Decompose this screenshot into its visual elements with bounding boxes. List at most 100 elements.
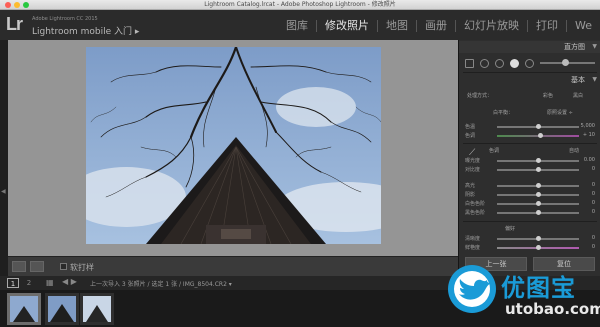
clarity-value[interactable]: 0 — [592, 235, 595, 241]
blacks-slider-row: 黑色色阶 0 — [463, 208, 597, 217]
window-1-button[interactable]: 1 — [7, 278, 19, 288]
exposure-slider[interactable] — [497, 158, 579, 163]
left-panel-collapsed: ◀ — [0, 40, 8, 276]
contrast-slider[interactable] — [497, 167, 579, 172]
contrast-slider-row: 对比度 0 — [463, 165, 597, 174]
tone-section-label: 色调 — [489, 148, 500, 154]
slider-knob[interactable] — [536, 124, 541, 129]
window-2-button[interactable]: 2 — [23, 278, 35, 288]
image-view[interactable] — [8, 40, 458, 256]
module-slideshow[interactable]: 幻灯片放映 — [456, 20, 528, 32]
lightroom-logo: Lr — [6, 14, 23, 34]
tint-slider-row: 色调 + 10 — [463, 131, 597, 140]
temperature-slider[interactable] — [497, 124, 579, 129]
blacks-slider[interactable] — [497, 210, 579, 215]
whites-value[interactable]: 0 — [592, 200, 595, 206]
shadows-value[interactable]: 0 — [592, 191, 595, 197]
adjustment-brush-slider[interactable] — [540, 59, 595, 66]
radial-filter-tool-icon[interactable] — [525, 58, 534, 68]
module-web[interactable]: We — [567, 20, 600, 32]
slider-knob[interactable] — [536, 192, 541, 197]
contrast-value[interactable]: 0 — [592, 166, 595, 172]
blacks-value[interactable]: 0 — [592, 209, 595, 215]
contrast-label: 对比度 — [465, 167, 481, 173]
vibrance-slider-row: 鲜艳度 0 — [463, 243, 597, 252]
highlights-label: 高光 — [465, 183, 476, 189]
collapse-triangle-icon[interactable]: ▼ — [592, 74, 597, 86]
window-title-bar: Lightroom Catalog.lrcat - Adobe Photosho… — [0, 0, 600, 10]
divider — [463, 143, 597, 144]
loupe-view-button[interactable] — [12, 261, 26, 272]
vibrance-value[interactable]: 0 — [592, 244, 595, 250]
basic-panel-header[interactable]: 基本 ▼ — [459, 74, 600, 86]
exposure-slider-row: 曝光度 0.00 — [463, 156, 597, 165]
module-book[interactable]: 画册 — [417, 20, 456, 32]
bird-logo-icon — [448, 265, 496, 313]
basic-label: 基本 — [571, 76, 585, 84]
histogram-panel-header[interactable]: 直方图 ▼ — [459, 41, 600, 53]
slider-knob[interactable] — [536, 210, 541, 215]
before-after-button[interactable] — [30, 261, 44, 272]
temperature-label: 色温 — [465, 124, 476, 130]
exposure-value[interactable]: 0.00 — [584, 157, 595, 163]
exposure-label: 曝光度 — [465, 158, 481, 164]
auto-tone-button[interactable]: 自动 — [569, 147, 579, 154]
module-develop[interactable]: 修改照片 — [317, 20, 378, 32]
blacks-label: 黑色色阶 — [465, 210, 486, 216]
vibrance-slider[interactable] — [497, 245, 579, 250]
expand-left-panel-icon[interactable]: ◀ — [1, 188, 6, 195]
whites-label: 白色色阶 — [465, 201, 486, 207]
filmstrip-thumbnail[interactable] — [45, 293, 79, 325]
red-eye-tool-icon[interactable] — [495, 58, 504, 68]
whites-slider[interactable] — [497, 201, 579, 206]
slider-knob[interactable] — [536, 183, 541, 188]
slider-knob[interactable] — [536, 236, 541, 241]
photo-temple-roof — [86, 47, 381, 244]
white-balance-select[interactable]: 原照设置 ÷ — [547, 109, 573, 116]
temperature-slider-row: 色温 5,000 — [463, 122, 597, 131]
spot-removal-tool-icon[interactable] — [480, 58, 489, 68]
treatment-color-option[interactable]: 彩色 — [543, 92, 553, 99]
slider-knob[interactable] — [536, 167, 541, 172]
filmstrip-thumbnail[interactable] — [80, 293, 114, 325]
temperature-value[interactable]: 5,000 — [581, 123, 595, 129]
divider — [463, 72, 597, 73]
module-library[interactable]: 图库 — [278, 20, 317, 32]
presence-section-label: 偏好 — [505, 226, 516, 232]
module-print[interactable]: 打印 — [528, 20, 567, 32]
filmstrip-breadcrumb[interactable]: 上一次导入 3 张照片 / 选定 1 张 / IMG_8504.CR2 ▾ — [90, 279, 232, 288]
develop-toolbar: 软打样 — [8, 256, 458, 276]
tool-strip — [465, 56, 595, 70]
collapse-triangle-icon[interactable]: ▼ — [592, 41, 597, 53]
slider-knob[interactable] — [536, 245, 541, 250]
highlights-value[interactable]: 0 — [592, 182, 595, 188]
window-title: Lightroom Catalog.lrcat - Adobe Photosho… — [204, 1, 396, 8]
slider-knob[interactable] — [536, 158, 541, 163]
crop-tool-icon[interactable] — [465, 58, 474, 68]
nav-arrows-icon[interactable]: ◀ ▶ — [62, 277, 77, 286]
identity-plate-bar: Lr Adobe Lightroom CC 2015 Lightroom mob… — [0, 10, 600, 40]
shadows-slider-row: 阴影 0 — [463, 190, 597, 199]
right-panel: 直方图 ▼ 基本 ▼ 处理方式： 彩色 黑白 ⟋ 白平衡： 原照设置 ÷ 色温 … — [458, 40, 600, 276]
tint-value[interactable]: + 10 — [583, 132, 595, 138]
tint-label: 色调 — [465, 133, 476, 139]
graduated-filter-tool-icon[interactable] — [510, 58, 519, 68]
module-map[interactable]: 地图 — [378, 20, 417, 32]
treatment-bw-option[interactable]: 黑白 — [573, 92, 583, 99]
watermark: 优图宝 utobao.com — [447, 262, 600, 324]
shadows-label: 阴影 — [465, 192, 476, 198]
softproof-checkbox[interactable] — [60, 263, 67, 270]
grid-view-icon[interactable]: ▦ — [46, 278, 54, 287]
lightroom-mobile-link[interactable]: Lightroom mobile 入门 ▸ — [32, 24, 139, 37]
treatment-label: 处理方式： — [467, 93, 493, 99]
clarity-slider[interactable] — [497, 236, 579, 241]
highlights-slider[interactable] — [497, 183, 579, 188]
slider-knob[interactable] — [536, 201, 541, 206]
version-label: Adobe Lightroom CC 2015 — [32, 16, 98, 22]
filmstrip-thumbnail[interactable] — [7, 293, 41, 325]
white-balance-label: 白平衡： — [493, 110, 514, 116]
slider-knob[interactable] — [537, 133, 543, 138]
shadows-slider[interactable] — [497, 192, 579, 197]
highlights-slider-row: 高光 0 — [463, 181, 597, 190]
tint-slider[interactable] — [497, 133, 579, 138]
